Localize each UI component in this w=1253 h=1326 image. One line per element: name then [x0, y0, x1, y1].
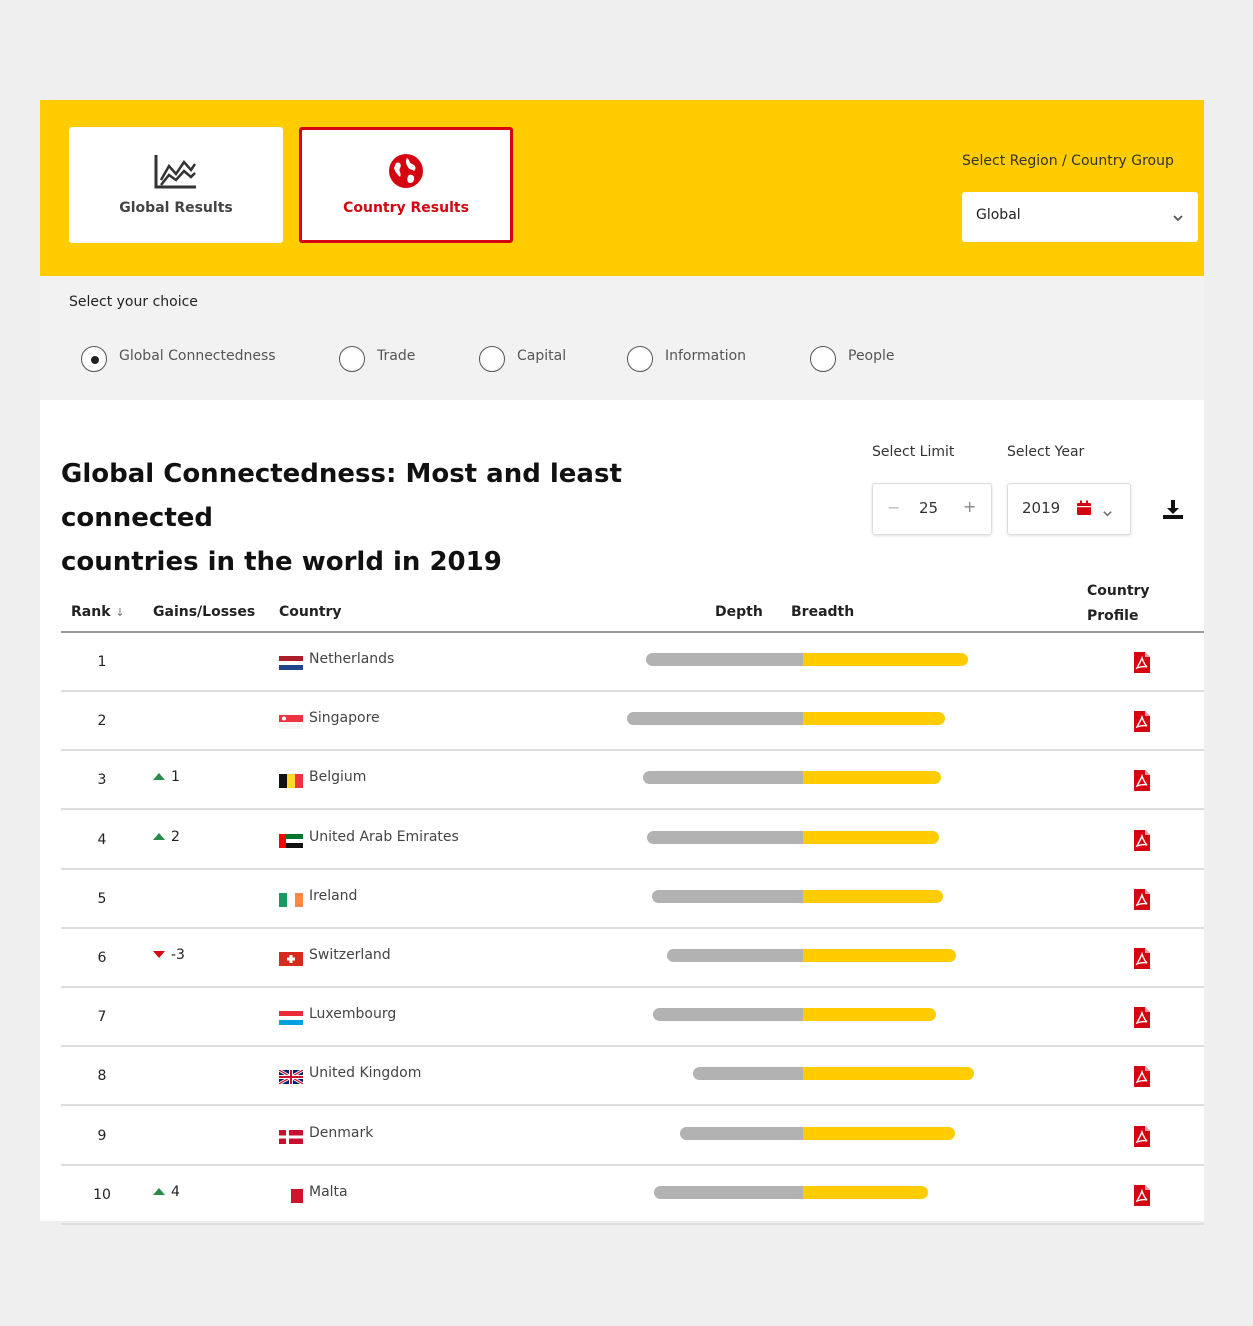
connectedness-bars	[61, 1047, 1204, 1106]
tab-global-results[interactable]: Global Results	[69, 127, 283, 243]
radio-label: Global Connectedness	[119, 348, 276, 364]
limit-stepper: − 25 +	[872, 483, 992, 535]
tab-country-results[interactable]: Country Results	[299, 127, 513, 243]
breadth-bar	[803, 1008, 936, 1022]
chevron-down-icon	[1172, 209, 1184, 228]
limit-label: Select Limit	[872, 444, 955, 460]
tab-label: Global Results	[119, 200, 233, 216]
radio-circle	[339, 346, 365, 372]
pdf-icon[interactable]	[1133, 1184, 1151, 1211]
depth-bar	[627, 712, 803, 726]
line-chart-icon	[154, 153, 198, 193]
radio-circle	[479, 346, 505, 372]
country-header: Country	[279, 604, 342, 620]
choice-title: Select your choice	[69, 294, 198, 310]
radio-label: Capital	[517, 348, 567, 364]
calendar-icon	[1076, 500, 1092, 520]
table-row[interactable]: 2 Singapore	[61, 692, 1204, 752]
pdf-icon[interactable]	[1133, 1007, 1151, 1033]
increment-button[interactable]: +	[963, 497, 976, 516]
pdf-icon[interactable]	[1133, 711, 1151, 737]
table-row[interactable]: 7 Luxembourg	[61, 988, 1204, 1048]
table-row[interactable]: 4 2 United Arab Emirates	[61, 811, 1204, 870]
year-value: 2019	[1022, 499, 1061, 517]
page-title-line: countries in the world in 2019	[61, 547, 502, 577]
pdf-icon[interactable]	[1133, 829, 1151, 856]
connectedness-bars	[61, 929, 1204, 988]
radio-label: Trade	[377, 348, 416, 364]
depth-bar	[653, 1008, 803, 1022]
radio-circle	[810, 346, 836, 372]
tab-label: Country Results	[343, 200, 469, 216]
breadth-bar	[803, 830, 939, 844]
breadth-bar	[803, 771, 941, 785]
connectedness-bars	[61, 988, 1204, 1047]
breadth-bar	[803, 889, 943, 903]
region-select-value: Global	[976, 207, 1021, 223]
breadth-bar	[803, 1185, 928, 1199]
table-row[interactable]: 6 -3 Switzerland	[61, 929, 1204, 988]
depth-header: Depth	[715, 604, 763, 620]
breadth-bar	[803, 1067, 974, 1081]
radio-label: Information	[665, 348, 747, 364]
table-row[interactable]: 10 4 Malta	[61, 1166, 1204, 1225]
chevron-down-icon	[1102, 504, 1113, 523]
depth-bar	[693, 1067, 803, 1081]
table-row[interactable]: 3 1 Belgium	[61, 751, 1204, 811]
year-label: Select Year	[1007, 444, 1085, 460]
globe-icon	[388, 153, 424, 193]
depth-bar	[643, 771, 803, 785]
region-select-label: Select Region / Country Group	[962, 153, 1174, 169]
results-header-bar: Global Results Country Results Select Re…	[40, 100, 1204, 276]
connectedness-bars	[61, 692, 1204, 751]
connectedness-bars	[61, 870, 1204, 929]
connectedness-bars	[61, 1107, 1204, 1166]
breadth-header: Breadth	[791, 604, 855, 620]
limit-value[interactable]: 25	[919, 499, 938, 517]
country-profile-header-line: Profile	[1087, 608, 1139, 624]
pdf-icon[interactable]	[1133, 652, 1151, 678]
connectedness-bars	[61, 751, 1204, 810]
download-icon[interactable]	[1162, 498, 1184, 524]
table-row[interactable]: 1 Netherlands	[61, 633, 1204, 692]
year-select[interactable]: 2019	[1007, 483, 1131, 535]
breadth-bar	[803, 712, 945, 726]
depth-bar	[667, 949, 803, 962]
decrement-button[interactable]: −	[887, 498, 900, 517]
breadth-bar	[803, 1126, 955, 1140]
country-profile-header: Country Profile	[1087, 579, 1150, 629]
pdf-icon[interactable]	[1133, 1066, 1151, 1092]
radio-label: People	[848, 348, 895, 364]
gains-losses-header: Gains/Losses	[153, 604, 256, 620]
rank-header[interactable]: Rank ↓	[71, 604, 125, 620]
depth-bar	[652, 889, 803, 903]
connectedness-bars	[61, 811, 1204, 870]
breadth-bar	[803, 653, 968, 666]
page-title-line: Global Connectedness: Most and least con…	[61, 459, 622, 533]
region-select[interactable]: Global	[962, 192, 1198, 242]
sort-arrow-icon: ↓	[115, 606, 125, 619]
table-row[interactable]: 5 Ireland	[61, 870, 1204, 929]
depth-bar	[680, 1126, 803, 1140]
main-panel: Global Results Country Results Select Re…	[40, 100, 1204, 1225]
choice-bar: Select your choice Global Connectedness …	[40, 276, 1204, 400]
page-title: Global Connectedness: Most and least con…	[61, 452, 761, 584]
table-row[interactable]: 9 Denmark	[61, 1107, 1204, 1166]
radio-circle	[81, 346, 107, 372]
radio-selected-dot	[91, 356, 99, 364]
connectedness-bars	[61, 633, 1204, 692]
pdf-icon[interactable]	[1133, 888, 1151, 915]
depth-bar	[654, 1185, 803, 1199]
pdf-icon[interactable]	[1133, 770, 1151, 796]
radio-circle	[627, 346, 653, 372]
country-profile-header-line: Country	[1087, 583, 1150, 599]
breadth-bar	[803, 949, 956, 962]
pdf-icon[interactable]	[1133, 948, 1151, 974]
depth-bar	[646, 653, 803, 666]
pdf-icon[interactable]	[1133, 1125, 1151, 1152]
connectedness-bars	[61, 1166, 1204, 1225]
rank-header-label: Rank	[71, 604, 111, 620]
depth-bar	[647, 830, 803, 844]
table-row[interactable]: 8 United Kingdom	[61, 1047, 1204, 1107]
